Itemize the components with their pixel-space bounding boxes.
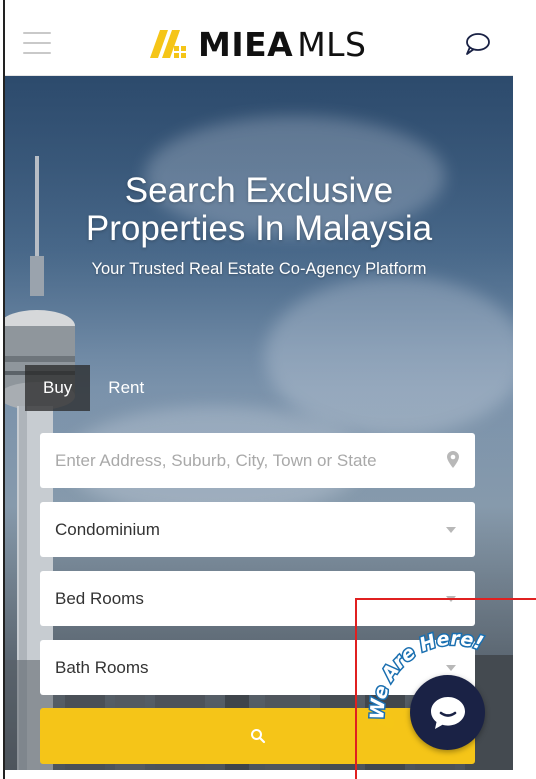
listing-type-tabs: Buy Rent: [25, 365, 162, 411]
chat-launcher-button[interactable]: [410, 675, 485, 750]
site-logo[interactable]: MIEA MLS: [150, 24, 367, 64]
bedrooms-value: Bed Rooms: [55, 588, 144, 608]
logo-text-light: MLS: [297, 24, 367, 64]
annotation-line: [356, 598, 536, 600]
logo-mark-icon: [150, 30, 186, 58]
tab-rent[interactable]: Rent: [90, 365, 162, 411]
top-nav-bar: MIEA MLS: [5, 10, 513, 76]
caret-down-icon: [446, 527, 456, 533]
hero-title-line: Properties In Malaysia: [85, 209, 433, 248]
hamburger-icon[interactable]: [23, 32, 51, 54]
cloud-decoration: [265, 276, 513, 436]
search-icon: [250, 729, 265, 744]
property-type-select[interactable]: Condominium: [40, 502, 475, 557]
annotation-line: [355, 598, 357, 779]
bathrooms-value: Bath Rooms: [55, 657, 149, 677]
map-pin-icon: [447, 451, 459, 468]
tab-buy[interactable]: Buy: [25, 365, 91, 411]
chat-bubble-icon[interactable]: [463, 31, 491, 57]
hero-subtitle: Your Trusted Real Estate Co-Agency Platf…: [91, 260, 427, 278]
property-type-value: Condominium: [55, 519, 160, 539]
address-search-field[interactable]: [40, 433, 475, 488]
hero-title: Search Exclusive Properties In Malaysia: [5, 172, 513, 248]
address-input[interactable]: [55, 450, 435, 471]
chat-icon: [431, 697, 465, 729]
logo-text-bold: MIEA: [198, 24, 294, 64]
hero-title-line: Search Exclusive: [124, 171, 394, 210]
